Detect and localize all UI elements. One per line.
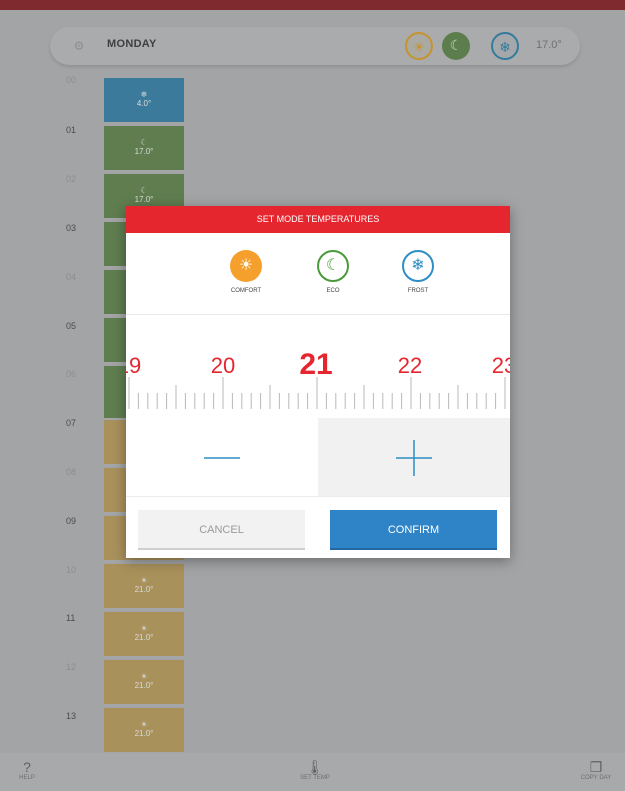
help-button[interactable]: ? HELP <box>12 759 42 781</box>
frost-label: FROST <box>407 288 429 294</box>
bottom-bar: ? HELP 🌡 SET TEMP ❐ COPY DAY <box>0 753 625 791</box>
sun-icon: ☀ <box>238 257 254 274</box>
hour-label: 01 <box>66 125 77 135</box>
eco-label: ECO <box>326 288 340 294</box>
set-temp-button[interactable]: 🌡 SET TEMP <box>295 759 335 781</box>
hour-label: 00 <box>66 75 77 85</box>
increase-button[interactable] <box>318 418 510 496</box>
snowflake-icon: ❄ <box>499 39 511 55</box>
mode-selector: ☀ COMFORT ☾ ECO ❄ FROST <box>126 233 510 315</box>
frost-mode-button[interactable]: ❄ FROST <box>388 250 448 294</box>
frost-mode-indicator[interactable]: ❄ <box>491 32 519 60</box>
plus-icon <box>396 440 432 476</box>
slot-temp: 21.0° <box>134 729 154 738</box>
moon-icon: ☾ <box>140 138 148 147</box>
day-header: ⚙ MONDAY ☀ ☾ ❄ 17.0° <box>50 27 580 65</box>
cancel-button[interactable]: CANCEL <box>138 510 305 550</box>
hour-label: 13 <box>66 711 77 721</box>
schedule-slot[interactable]: ☀ 21.0° <box>104 660 184 706</box>
schedule-slot[interactable]: ❄ 4.0° <box>104 78 184 124</box>
set-mode-temperatures-dialog: SET MODE TEMPERATURES ☀ COMFORT ☾ ECO ❄ … <box>126 206 510 558</box>
schedule-slot[interactable]: ☀ 21.0° <box>104 564 184 610</box>
snowflake-icon: ❄ <box>140 90 148 99</box>
comfort-mode-button[interactable]: ☀ COMFORT <box>216 250 276 294</box>
day-name: MONDAY <box>107 38 157 50</box>
top-accent-bar <box>0 0 625 10</box>
confirm-button[interactable]: CONFIRM <box>330 510 497 550</box>
moon-icon: ☾ <box>325 257 341 274</box>
copy-day-button[interactable]: ❐ COPY DAY <box>573 759 619 781</box>
sun-icon: ☀ <box>140 720 148 729</box>
slot-temp: 4.0° <box>136 99 152 108</box>
hour-label: 03 <box>66 223 77 233</box>
temperature-scale[interactable]: 19 20 21 22 23 <box>126 315 510 427</box>
copy-day-label: COPY DAY <box>580 775 612 781</box>
hour-label: 02 <box>66 174 77 184</box>
sun-icon: ☀ <box>140 624 148 633</box>
slot-temp: 21.0° <box>134 681 154 690</box>
set-temp-label: SET TEMP <box>300 775 330 781</box>
hour-label: 04 <box>66 272 77 282</box>
hour-label: 11 <box>66 613 76 623</box>
hour-label: 09 <box>66 516 77 526</box>
comfort-mode-indicator[interactable]: ☀ <box>405 32 433 60</box>
scale-ticks <box>128 377 506 409</box>
minus-icon <box>204 457 240 459</box>
temperature-controls <box>126 418 510 497</box>
schedule-slot[interactable]: ☀ 21.0° <box>104 612 184 658</box>
thermometer-icon: 🌡 <box>306 759 324 775</box>
slot-temp: 17.0° <box>134 195 154 204</box>
help-label: HELP <box>19 775 35 781</box>
sun-icon: ☀ <box>412 39 426 55</box>
comfort-label: COMFORT <box>230 288 262 294</box>
sun-icon: ☀ <box>140 576 148 585</box>
eco-mode-indicator[interactable]: ☾ <box>442 32 470 60</box>
hour-label: 07 <box>66 418 77 428</box>
decrease-button[interactable] <box>126 418 318 496</box>
sun-icon: ☀ <box>140 672 148 681</box>
dialog-title: SET MODE TEMPERATURES <box>126 206 510 233</box>
schedule-slot[interactable]: ☀ 21.0° <box>104 708 184 754</box>
slot-temp: 21.0° <box>134 633 154 642</box>
snowflake-icon: ❄ <box>411 257 425 274</box>
slot-temp: 17.0° <box>134 147 154 156</box>
hour-label: 12 <box>66 662 77 672</box>
hour-label: 06 <box>66 369 77 379</box>
moon-icon: ☾ <box>449 37 463 53</box>
hour-label: 05 <box>66 321 77 331</box>
eco-mode-button[interactable]: ☾ ECO <box>303 250 363 294</box>
hour-label: 08 <box>66 467 77 477</box>
moon-icon: ☾ <box>140 186 148 195</box>
current-temperature: 17.0° <box>536 39 562 51</box>
gear-icon[interactable]: ⚙ <box>72 39 86 53</box>
help-icon: ? <box>23 759 31 775</box>
schedule-slot[interactable]: ☾ 17.0° <box>104 126 184 172</box>
slot-temp: 21.0° <box>134 585 154 594</box>
copy-icon: ❐ <box>589 759 603 775</box>
hour-label: 10 <box>66 565 77 575</box>
